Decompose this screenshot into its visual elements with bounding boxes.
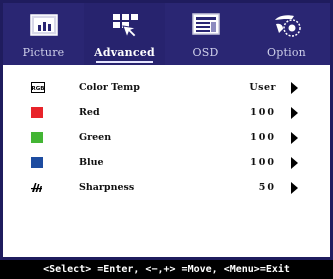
osd-menu: Picture Advanced OSD Option RGB Color Te… — [0, 0, 333, 260]
tab-option[interactable]: Option — [246, 3, 327, 65]
row-blue[interactable]: Blue 100 — [3, 153, 330, 173]
option-icon — [274, 15, 301, 37]
blue-square-icon — [31, 157, 43, 168]
red-square-icon — [31, 107, 43, 118]
tab-label: Picture — [22, 46, 65, 59]
arrow-right-icon[interactable] — [291, 182, 298, 194]
green-value: 100 — [250, 132, 276, 143]
green-label: Green — [79, 132, 112, 143]
tab-label: OSD — [192, 46, 219, 59]
blue-label: Blue — [79, 157, 104, 168]
tab-advanced[interactable]: Advanced — [84, 3, 165, 65]
row-color-temp[interactable]: RGB Color Temp User — [3, 78, 330, 98]
blue-value: 100 — [250, 157, 276, 168]
arrow-right-icon[interactable] — [291, 107, 298, 119]
row-sharpness[interactable]: Sharpness 50 — [3, 178, 330, 198]
sharpness-icon — [31, 183, 42, 192]
tab-osd[interactable]: OSD — [165, 3, 246, 65]
red-label: Red — [79, 107, 100, 118]
arrow-right-icon[interactable] — [291, 157, 298, 169]
arrow-right-icon[interactable] — [291, 132, 298, 144]
rgb-icon: RGB — [31, 82, 45, 93]
row-green[interactable]: Green 100 — [3, 128, 330, 148]
row-red[interactable]: Red 100 — [3, 103, 330, 123]
active-tab-indicator — [96, 61, 153, 63]
key-hint-bar: <Select> =Enter, <−,+> =Move, <Menu>=Exi… — [0, 260, 333, 279]
red-value: 100 — [250, 107, 276, 118]
advanced-icon — [112, 14, 138, 39]
tab-bar: Picture Advanced OSD Option — [3, 3, 330, 65]
tab-label: Option — [267, 46, 306, 59]
svg-text:RGB: RGB — [32, 86, 45, 92]
osd-icon — [191, 13, 220, 35]
sharpness-value: 50 — [258, 182, 276, 193]
sharpness-label: Sharpness — [79, 182, 135, 193]
color-temp-value: User — [249, 82, 276, 93]
tab-picture[interactable]: Picture — [3, 3, 84, 65]
tab-label: Advanced — [94, 46, 155, 59]
green-square-icon — [31, 132, 43, 143]
arrow-right-icon[interactable] — [291, 82, 298, 94]
picture-icon — [29, 14, 58, 36]
color-temp-label: Color Temp — [79, 82, 140, 93]
